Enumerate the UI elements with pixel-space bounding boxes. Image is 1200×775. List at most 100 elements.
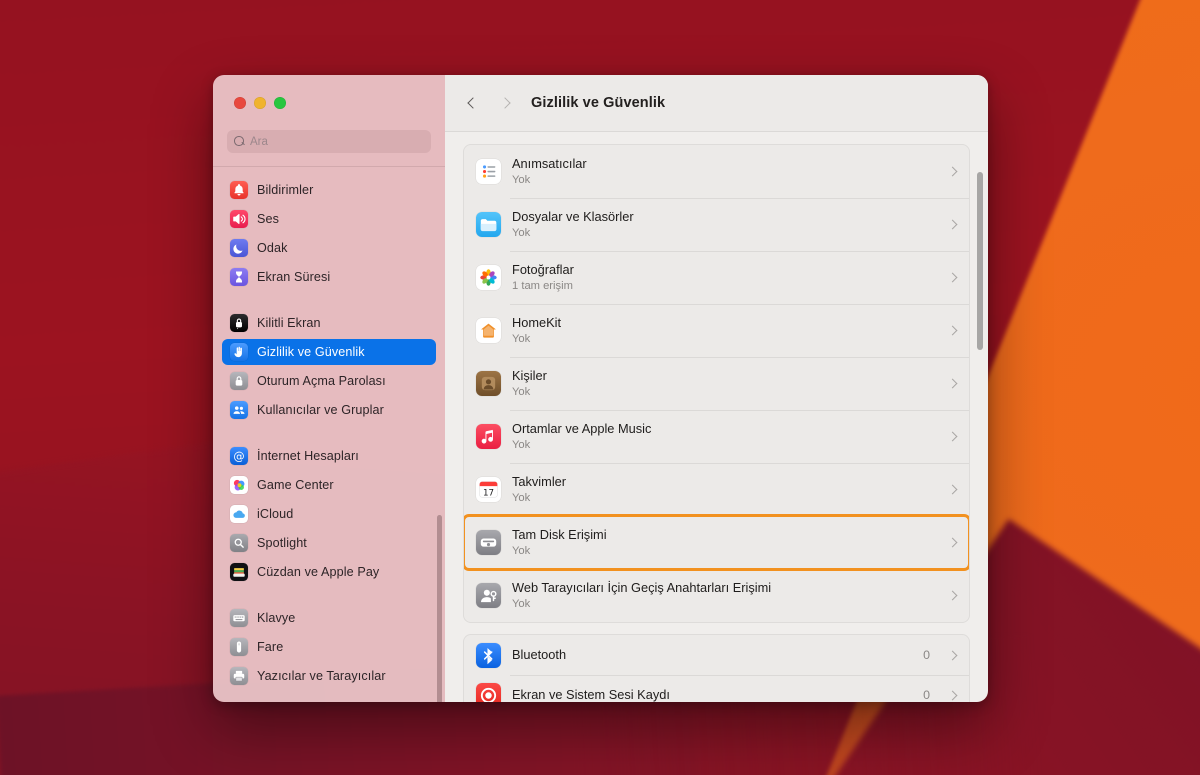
sidebar-item-kilitli-ekran[interactable]: Kilitli Ekran	[222, 310, 436, 336]
sidebar-item-label: Gizlilik ve Güvenlik	[257, 345, 365, 359]
reminders-icon	[476, 159, 501, 184]
system-settings-window: Bildirimler Ses Odak Ekran Süresi Kilitli Ek…	[213, 75, 988, 702]
sidebar-item-label: Klavye	[257, 611, 296, 625]
settings-row-title: Fotoğraflar	[512, 261, 574, 277]
settings-row-an-msat-c-lar[interactable]: Anımsatıcılar Yok	[464, 145, 969, 198]
maximize-button[interactable]	[274, 97, 286, 109]
sidebar-group-separator	[213, 588, 445, 605]
settings-row-subtitle: Yok	[512, 544, 531, 557]
settings-row-subtitle: 1 tam erişim	[512, 279, 573, 292]
passkeys-icon	[476, 583, 501, 608]
chevron-right-icon	[947, 272, 958, 283]
sidebar-group: Kilitli Ekran Gizlilik ve Güvenlik Oturum …	[213, 310, 445, 423]
sidebar-item-game-center[interactable]: Game Center	[222, 472, 436, 498]
sidebar-group: Klavye Fare Yazıcılar ve Tarayıcılar	[213, 605, 445, 689]
calendar-icon: 17	[476, 477, 501, 502]
sidebar-item-label: Oturum Açma Parolası	[257, 374, 386, 388]
sidebar-item-label: İnternet Hesapları	[257, 449, 359, 463]
settings-row-ortamlar-ve-apple-music[interactable]: Ortamlar ve Apple Music Yok	[464, 410, 969, 463]
sidebar-item-label: Kilitli Ekran	[257, 316, 321, 330]
settings-row-tam-disk-eri-imi[interactable]: Tam Disk Erişimi Yok	[464, 514, 969, 571]
settings-row-foto-raflar[interactable]: Fotoğraflar 1 tam erişim	[464, 251, 969, 304]
settings-row-text: HomeKit Yok	[512, 315, 938, 347]
settings-row-web-taray-c-lar-i-in-ge-i-anahtarlar-eri-imi[interactable]: Web Tarayıcıları İçin Geçiş Anahtarları …	[464, 569, 969, 622]
lock-screen-icon	[230, 314, 248, 332]
icloud-icon	[230, 505, 248, 523]
keyboard-icon	[230, 609, 248, 627]
close-button[interactable]	[234, 97, 246, 109]
screen-recording-icon	[476, 682, 501, 702]
sidebar-item-bildirimler[interactable]: Bildirimler	[222, 177, 436, 203]
settings-row-text: Bluetooth	[512, 647, 912, 663]
users-groups-icon	[230, 401, 248, 419]
sidebar-item-spotlight[interactable]: Spotlight	[222, 530, 436, 556]
settings-row-takvimler[interactable]: 17 Takvimler Yok	[464, 463, 969, 516]
settings-row-homekit[interactable]: HomeKit Yok	[464, 304, 969, 357]
settings-row-count: 0	[923, 648, 930, 662]
search-icon	[234, 136, 245, 147]
contacts-icon	[476, 371, 501, 396]
settings-row-text: Takvimler Yok	[512, 474, 938, 506]
sidebar-item-yaz-c-lar-ve-taray-c-lar[interactable]: Yazıcılar ve Tarayıcılar	[222, 663, 436, 689]
desktop-wallpaper: Bildirimler Ses Odak Ekran Süresi Kilitli Ek…	[0, 0, 1200, 775]
files-folders-icon	[476, 212, 501, 237]
settings-card: Anımsatıcılar Yok Dosyalar ve Klasörler Yok…	[463, 144, 970, 623]
sidebar-item-gizlilik-ve-g-venlik[interactable]: Gizlilik ve Güvenlik	[222, 339, 436, 365]
settings-card: Bluetooth 0 Ekran ve Sistem Sesi Kaydı 0	[463, 634, 970, 702]
sidebar-item-label: Cüzdan ve Apple Pay	[257, 565, 380, 579]
minimize-button[interactable]	[254, 97, 266, 109]
settings-row-title: Web Tarayıcıları İçin Geçiş Anahtarları …	[512, 579, 772, 595]
chevron-right-icon	[947, 590, 958, 601]
privacy-icon	[230, 343, 248, 361]
sidebar-item-odak[interactable]: Odak	[222, 235, 436, 261]
sidebar-item-ses[interactable]: Ses	[222, 206, 436, 232]
sidebar-item-i-nternet-hesaplar[interactable]: @ İnternet Hesapları	[222, 443, 436, 469]
sidebar-scroll-area[interactable]: Bildirimler Ses Odak Ekran Süresi Kilitli Ek…	[213, 167, 445, 702]
chevron-right-icon	[499, 97, 511, 109]
sidebar-item-kullan-c-lar-ve-gruplar[interactable]: Kullanıcılar ve Gruplar	[222, 397, 436, 423]
sidebar-group-separator	[213, 293, 445, 310]
sidebar-item-ekran-s-resi[interactable]: Ekran Süresi	[222, 264, 436, 290]
sidebar-group-separator	[213, 426, 445, 443]
sidebar-item-klavye[interactable]: Klavye	[222, 605, 436, 631]
settings-row-text: Web Tarayıcıları İçin Geçiş Anahtarları …	[512, 580, 938, 612]
sidebar-item-label: Ekran Süresi	[257, 270, 331, 284]
settings-row-text: Fotoğraflar 1 tam erişim	[512, 262, 938, 294]
sidebar-item-c-zdan-ve-apple-pay[interactable]: Cüzdan ve Apple Pay	[222, 559, 436, 585]
settings-row-title: Kişiler	[512, 367, 547, 383]
settings-row-subtitle: Yok	[512, 226, 531, 239]
content-scrollbar[interactable]	[977, 172, 983, 350]
sidebar-item-fare[interactable]: Fare	[222, 634, 436, 660]
content-scroll-area[interactable]: Anımsatıcılar Yok Dosyalar ve Klasörler Yok…	[445, 132, 988, 702]
forward-button[interactable]	[491, 89, 519, 117]
sidebar-item-oturum-a-ma-parolas[interactable]: Oturum Açma Parolası	[222, 368, 436, 394]
settings-row-title: Ekran ve Sistem Sesi Kaydı	[512, 687, 670, 702]
svg-text:@: @	[233, 450, 244, 463]
back-button[interactable]	[459, 89, 487, 117]
chevron-right-icon	[947, 537, 958, 548]
mouse-icon	[230, 638, 248, 656]
sidebar-item-label: Fare	[257, 640, 284, 654]
content-header: Gizlilik ve Güvenlik	[445, 75, 988, 132]
chevron-right-icon	[947, 219, 958, 230]
sidebar: Bildirimler Ses Odak Ekran Süresi Kilitli Ek…	[213, 75, 445, 702]
settings-row-bluetooth[interactable]: Bluetooth 0	[464, 635, 969, 675]
sidebar-item-icloud[interactable]: iCloud	[222, 501, 436, 527]
settings-row-dosyalar-ve-klas-rler[interactable]: Dosyalar ve Klasörler Yok	[464, 198, 969, 251]
settings-row-title: Takvimler	[512, 473, 567, 489]
window-titlebar	[213, 75, 445, 130]
full-disk-access-icon	[476, 530, 501, 555]
chevron-right-icon	[947, 378, 958, 389]
search-container	[213, 130, 445, 166]
sidebar-scrollbar[interactable]	[437, 515, 442, 702]
wallet-icon	[230, 563, 248, 581]
sidebar-item-label: Ses	[257, 212, 280, 226]
search-input[interactable]	[250, 135, 424, 148]
sidebar-item-label: Spotlight	[257, 536, 307, 550]
search-box[interactable]	[227, 130, 431, 153]
settings-row-ekran-ve-sistem-sesi-kayd[interactable]: Ekran ve Sistem Sesi Kaydı 0	[464, 675, 969, 702]
settings-row-title: Bluetooth	[512, 647, 567, 662]
settings-row-ki-iler[interactable]: Kişiler Yok	[464, 357, 969, 410]
chevron-right-icon	[947, 690, 958, 700]
chevron-right-icon	[947, 166, 958, 177]
